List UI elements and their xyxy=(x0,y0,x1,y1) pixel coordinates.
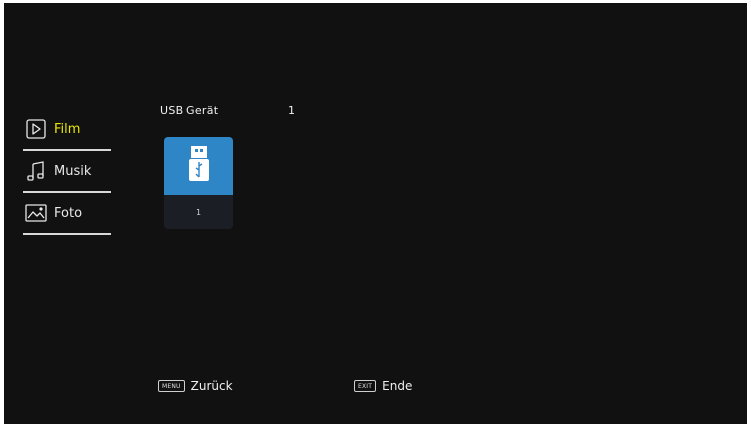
back-label: Zurück xyxy=(190,379,233,393)
exit-key-icon: EXIT xyxy=(354,380,377,392)
menu-item-label: Musik xyxy=(54,163,92,179)
exit-label: Ende xyxy=(382,379,413,393)
menu-item-musik[interactable]: Musik xyxy=(23,151,111,193)
menu-item-label: Foto xyxy=(54,205,83,221)
device-type-label: USB xyxy=(160,104,184,117)
media-category-menu: Film Musik Foto xyxy=(23,109,111,235)
photo-icon xyxy=(24,201,48,225)
usb-drive-icon xyxy=(188,145,210,187)
tile-icon-area xyxy=(164,137,233,195)
tile-label: 1 xyxy=(195,207,202,217)
footer-back[interactable]: MENU Zurück xyxy=(158,379,233,393)
device-label: Gerät xyxy=(186,104,219,117)
media-player-screen: Film Musik Foto USB Gerät 1 1 MENU Zurüc… xyxy=(4,3,747,424)
menu-item-film[interactable]: Film xyxy=(23,109,111,151)
device-count: 1 xyxy=(288,104,296,117)
menu-key-icon: MENU xyxy=(158,380,185,392)
menu-item-label: Film xyxy=(54,121,81,137)
footer-exit[interactable]: EXIT Ende xyxy=(354,379,412,393)
play-icon xyxy=(24,117,48,141)
usb-device-tile[interactable]: 1 xyxy=(164,137,233,229)
music-note-icon xyxy=(24,159,48,183)
menu-item-foto[interactable]: Foto xyxy=(23,193,111,235)
